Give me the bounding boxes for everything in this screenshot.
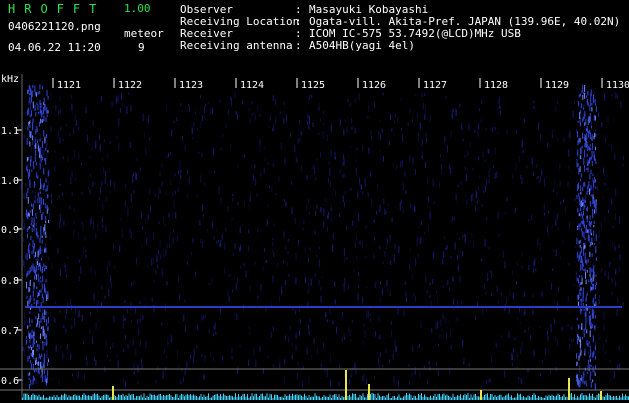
metadata-row-antenna: Receiving antenna: A504HB(yagi 4el) — [180, 40, 620, 52]
meteor-label: meteor — [124, 27, 164, 40]
metadata-list: Observer: Masayuki Kobayashi Receiving Lo… — [180, 4, 620, 52]
spectrogram: kHz 1.1 1.0 0.9 0.8 0.7 0.6 1121 1122 1123 1124 112… — [0, 74, 629, 400]
meteor-spike — [112, 386, 114, 400]
x-tick-label: 1128 — [484, 80, 508, 91]
header-panel: HROFFT 1.00 0406221120.png meteor 04.06.… — [0, 0, 629, 74]
y-tick-label: 0.9 — [1, 225, 19, 236]
y-tick-label: 0.6 — [1, 376, 19, 387]
app-version: 1.00 — [124, 2, 151, 15]
app-name: HROFFT — [8, 2, 106, 16]
metadata-separator: : — [295, 39, 302, 52]
meteor-spike — [368, 384, 370, 400]
noise-band-left — [26, 84, 49, 390]
x-tick-label: 1130 — [606, 80, 629, 91]
timestamp: 04.06.22 11:20 — [8, 41, 101, 54]
y-tick-label: 1.0 — [1, 176, 19, 187]
meteor-spike — [568, 378, 570, 400]
x-tick-label: 1121 — [57, 80, 81, 91]
x-tick-label: 1127 — [423, 80, 447, 91]
metadata-key: Receiving antenna — [180, 39, 293, 52]
spectrum-noise — [20, 92, 624, 389]
x-tick-label: 1123 — [179, 80, 203, 91]
metadata-value: A504HB(yagi 4el) — [309, 39, 415, 52]
meteor-spike — [480, 390, 482, 400]
x-tick-label: 1122 — [118, 80, 142, 91]
y-tick-label: 0.7 — [1, 326, 19, 337]
file-name: 0406221120.png — [8, 20, 101, 33]
x-tick-label: 1125 — [301, 80, 325, 91]
x-tick-label: 1126 — [362, 80, 386, 91]
spectrogram-panel: kHz 1.1 1.0 0.9 0.8 0.7 0.6 1121 1122 1123 1124 112… — [0, 74, 629, 400]
y-tick-label: 1.1 — [1, 126, 19, 137]
meteor-spike — [600, 391, 602, 400]
y-axis-unit: kHz — [1, 74, 19, 85]
x-tick-label: 1124 — [240, 80, 264, 91]
y-tick-label: 0.8 — [1, 276, 19, 287]
meteor-count: 9 — [138, 41, 145, 54]
noise-band-right — [576, 84, 597, 390]
x-tick-label: 1129 — [545, 80, 569, 91]
meteor-spike — [345, 370, 347, 400]
